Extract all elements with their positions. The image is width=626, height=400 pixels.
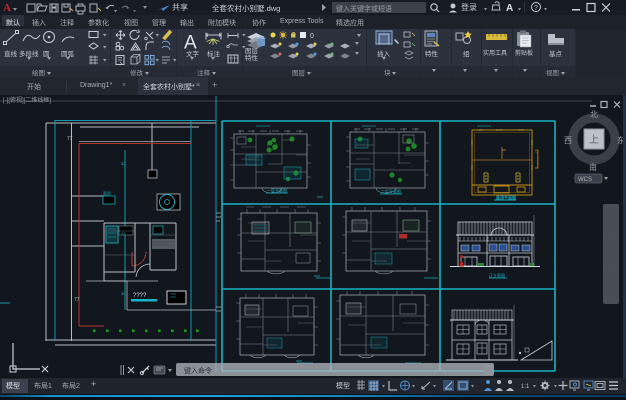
svg-text:A: A [3, 2, 11, 14]
svg-text:上: 上 [589, 134, 599, 146]
svg-text:南: 南 [589, 162, 597, 172]
svg-text:一层平面图: 一层平面图 [267, 187, 287, 193]
svg-text:30: 30 [121, 291, 126, 296]
svg-text:0: 0 [310, 33, 314, 40]
svg-text:WCS: WCS [578, 177, 592, 183]
svg-text:77: 77 [67, 136, 73, 142]
svg-text:????: ???? [133, 293, 147, 299]
svg-text:北: 北 [590, 110, 598, 119]
svg-text:屋顶平面图: 屋顶平面图 [496, 194, 516, 200]
svg-text:xxx: xxx [317, 194, 323, 199]
svg-text:二层平面图: 二层平面图 [381, 188, 401, 194]
svg-text:xxx: xxx [314, 273, 320, 278]
svg-text:A: A [506, 3, 513, 14]
svg-text:1:1: 1:1 [521, 384, 530, 390]
svg-text:正立面图: 正立面图 [489, 272, 505, 278]
svg-text:面积: 面积 [103, 190, 111, 196]
svg-text:32: 32 [121, 161, 126, 166]
svg-text:28: 28 [121, 231, 126, 236]
svg-text:?: ? [534, 5, 538, 12]
svg-text:77: 77 [74, 297, 80, 303]
svg-text:西: 西 [564, 136, 572, 145]
